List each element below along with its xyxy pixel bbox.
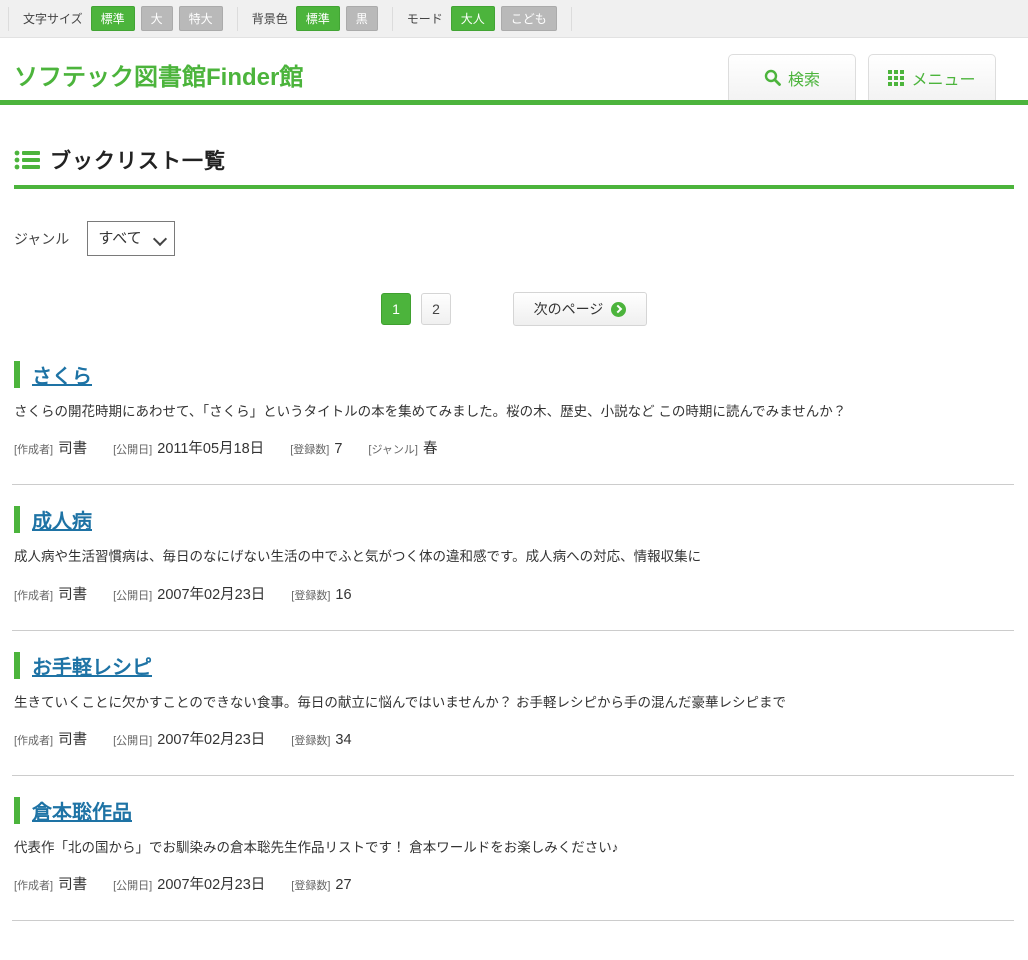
author-value: 司書 [58, 583, 87, 604]
mode-adult-button[interactable]: 大人 [451, 6, 495, 31]
mode-kids-button[interactable]: こども [501, 6, 557, 31]
count-value: 27 [335, 877, 351, 893]
mode-label: モード [407, 10, 443, 27]
next-arrow-icon [611, 302, 626, 317]
author-label: [作成者] [14, 587, 53, 603]
next-page-label: 次のページ [534, 299, 604, 319]
font-size-standard-button[interactable]: 標準 [91, 6, 135, 31]
published-value: 2007年02月23日 [157, 728, 265, 749]
genre-select-wrap: すべて [87, 221, 175, 256]
font-size-xlarge-button[interactable]: 特大 [179, 6, 223, 31]
count-label: [登録数] [291, 732, 330, 748]
page-1-button[interactable]: 1 [381, 293, 411, 325]
menu-button-label: メニュー [911, 66, 975, 90]
main-content: ブックリスト一覧 ジャンル すべて 1 2 次のページ さくら さくらの開花時期… [0, 145, 1028, 921]
booklist-meta: [作成者] 司書 [公開日] 2007年02月23日 [登録数] 16 [14, 583, 1014, 604]
list-icon [14, 149, 40, 171]
background-color-label: 背景色 [252, 10, 288, 27]
booklist-description: 成人病や生活習慣病は、毎日のなにげない生活の中でふと気がつく体の違和感です。成人… [14, 547, 1014, 567]
page-2-button[interactable]: 2 [421, 293, 451, 325]
booklist-item: 成人病 成人病や生活習慣病は、毎日のなにげない生活の中でふと気がつく体の違和感で… [14, 485, 1014, 629]
count-value: 16 [335, 587, 351, 603]
page-title-row: ブックリスト一覧 [14, 145, 1014, 189]
count-label: [登録数] [291, 877, 330, 893]
count-label: [登録数] [291, 587, 330, 603]
title-accent-bar [14, 797, 20, 824]
booklist: さくら さくらの開花時期にあわせて、「さくら」というタイトルの本を集めてみました… [14, 340, 1014, 921]
author-label: [作成者] [14, 441, 53, 457]
booklist-description: 代表作「北の国から」でお馴染みの倉本聡先生作品リストです！ 倉本ワールドをお楽し… [14, 838, 1014, 858]
genre-select[interactable]: すべて [87, 221, 175, 256]
mode-group: モード 大人 こども [392, 7, 572, 31]
genre-label: [ジャンル] [368, 441, 418, 457]
booklist-title-link[interactable]: 成人病 [32, 505, 92, 534]
published-label: [公開日] [113, 441, 152, 457]
menu-button[interactable]: メニュー [868, 54, 996, 100]
booklist-item: 倉本聡作品 代表作「北の国から」でお馴染みの倉本聡先生作品リストです！ 倉本ワー… [14, 776, 1014, 920]
accessibility-toolbar: 文字サイズ 標準 大 特大 背景色 標準 黒 モード 大人 こども [0, 0, 1028, 38]
site-title-link[interactable]: ソフテック図書館Finder館 [14, 57, 303, 92]
booklist-item: お手軽レシピ 生きていくことに欠かすことのできない食事。毎日の献立に悩んではいま… [14, 631, 1014, 775]
count-value: 7 [334, 441, 342, 457]
title-accent-bar [14, 652, 20, 679]
font-size-large-button[interactable]: 大 [141, 6, 173, 31]
site-header: ソフテック図書館Finder館 検索 メニュー [0, 38, 1028, 100]
booklist-item: さくら さくらの開花時期にあわせて、「さくら」というタイトルの本を集めてみました… [14, 340, 1014, 484]
booklist-title-link[interactable]: さくら [32, 360, 92, 389]
booklist-title-row: 倉本聡作品 [14, 796, 1014, 825]
count-value: 34 [335, 732, 351, 748]
genre-filter-row: ジャンル すべて [14, 221, 1014, 256]
published-label: [公開日] [113, 587, 152, 603]
background-color-group: 背景色 標準 黒 [237, 7, 392, 31]
author-label: [作成者] [14, 877, 53, 893]
booklist-meta: [作成者] 司書 [公開日] 2007年02月23日 [登録数] 34 [14, 728, 1014, 749]
author-value: 司書 [58, 873, 87, 894]
search-icon [764, 69, 781, 86]
booklist-title-row: 成人病 [14, 505, 1014, 534]
title-accent-bar [14, 506, 20, 533]
header-buttons: 検索 メニュー [728, 54, 996, 100]
published-value: 2007年02月23日 [157, 873, 265, 894]
booklist-description: 生きていくことに欠かすことのできない食事。毎日の献立に悩んではいませんか？ お手… [14, 693, 1014, 713]
booklist-title-row: お手軽レシピ [14, 651, 1014, 680]
item-divider [12, 920, 1014, 921]
booklist-title-row: さくら [14, 360, 1014, 389]
published-value: 2007年02月23日 [157, 583, 265, 604]
genre-value: 春 [423, 437, 438, 458]
font-size-label: 文字サイズ [23, 10, 83, 27]
author-value: 司書 [58, 728, 87, 749]
menu-grid-icon [888, 70, 904, 86]
genre-filter-label: ジャンル [14, 229, 69, 249]
published-label: [公開日] [113, 877, 152, 893]
author-value: 司書 [58, 437, 87, 458]
booklist-description: さくらの開花時期にあわせて、「さくら」というタイトルの本を集めてみました。桜の木… [14, 402, 1014, 422]
booklist-title-link[interactable]: お手軽レシピ [32, 651, 152, 680]
booklist-title-link[interactable]: 倉本聡作品 [32, 796, 132, 825]
header-accent-bar [0, 100, 1028, 105]
count-label: [登録数] [290, 441, 329, 457]
published-label: [公開日] [113, 732, 152, 748]
bg-black-button[interactable]: 黒 [346, 6, 378, 31]
booklist-meta: [作成者] 司書 [公開日] 2007年02月23日 [登録数] 27 [14, 873, 1014, 894]
title-accent-bar [14, 361, 20, 388]
page-title: ブックリスト一覧 [50, 145, 226, 175]
published-value: 2011年05月18日 [157, 437, 264, 458]
next-page-button[interactable]: 次のページ [513, 292, 647, 326]
search-button-label: 検索 [788, 66, 820, 90]
font-size-group: 文字サイズ 標準 大 特大 [8, 7, 237, 31]
booklist-meta: [作成者] 司書 [公開日] 2011年05月18日 [登録数] 7 [ジャンル… [14, 437, 1014, 458]
author-label: [作成者] [14, 732, 53, 748]
bg-standard-button[interactable]: 標準 [296, 6, 340, 31]
pagination: 1 2 次のページ [14, 292, 1014, 326]
search-button[interactable]: 検索 [728, 54, 856, 100]
